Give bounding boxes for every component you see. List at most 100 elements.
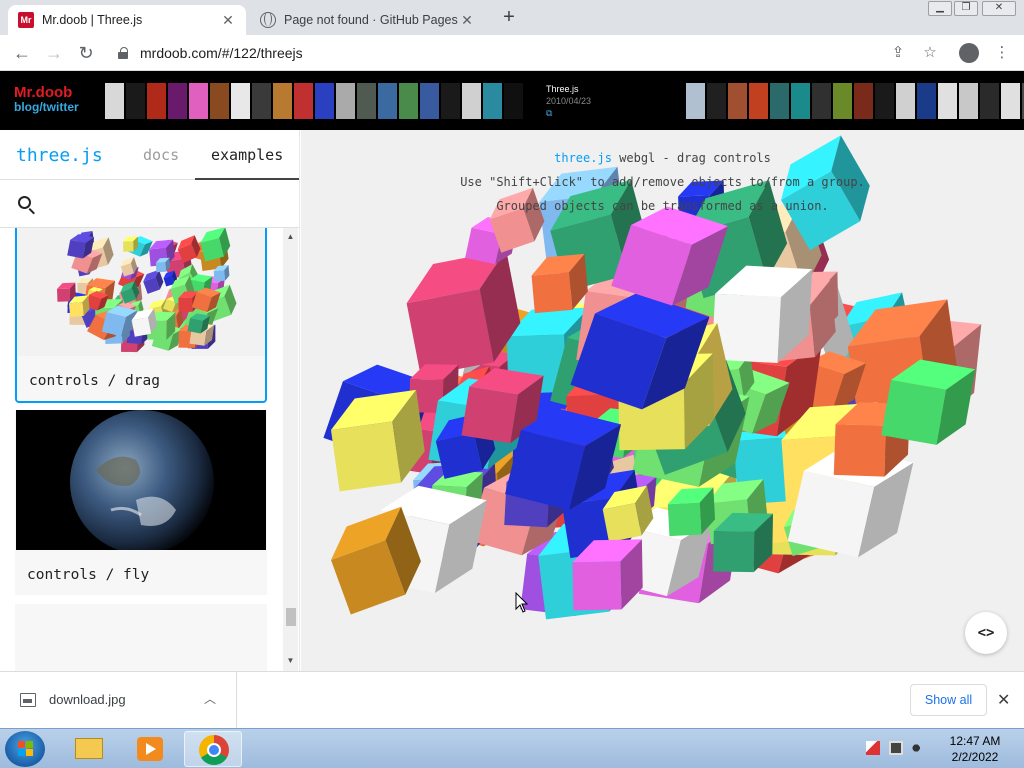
project-thumbnail[interactable] bbox=[854, 83, 873, 119]
project-thumbnail[interactable] bbox=[896, 83, 915, 119]
start-button[interactable] bbox=[5, 731, 45, 767]
project-thumbnail[interactable] bbox=[875, 83, 894, 119]
scroll-down-arrow-icon[interactable]: ▼ bbox=[286, 656, 295, 666]
project-thumbnail[interactable] bbox=[231, 83, 250, 119]
clock-time: 12:47 AM bbox=[949, 734, 1001, 748]
project-thumbnail[interactable] bbox=[399, 83, 418, 119]
project-thumbnail[interactable] bbox=[378, 83, 397, 119]
share-icon[interactable]: ⇪ bbox=[888, 43, 908, 63]
project-thumbnail[interactable] bbox=[210, 83, 229, 119]
list-item-controls-drag[interactable]: controls / drag bbox=[15, 228, 267, 403]
project-thumbnail[interactable] bbox=[1001, 83, 1020, 119]
earth-thumbnail bbox=[16, 410, 266, 554]
project-thumbnail[interactable] bbox=[462, 83, 481, 119]
list-item-controls-fly[interactable]: controls / fly bbox=[15, 410, 267, 595]
sidebar-panel: three.js docs examples controls / drag c… bbox=[0, 130, 300, 671]
back-arrow-icon[interactable]: ← bbox=[10, 41, 34, 65]
logo-subtitle[interactable]: blog/twitter bbox=[14, 100, 79, 115]
project-thumbnail[interactable] bbox=[770, 83, 789, 119]
project-thumbnail[interactable] bbox=[938, 83, 957, 119]
download-filename[interactable]: download.jpg bbox=[49, 692, 126, 707]
tab-mrdoob[interactable]: Mr Mr.doob | Three.js ✕ bbox=[8, 5, 246, 35]
taskbar-chrome[interactable] bbox=[184, 731, 242, 767]
download-item[interactable]: download.jpg ︿ bbox=[0, 672, 237, 729]
project-thumbnail[interactable] bbox=[483, 83, 502, 119]
address-bar[interactable]: mrdoob.com/#/122/threejs bbox=[108, 39, 948, 67]
project-thumbnail[interactable] bbox=[273, 83, 292, 119]
project-thumbnail[interactable] bbox=[812, 83, 831, 119]
project-thumbnail[interactable] bbox=[357, 83, 376, 119]
minimize-window-button[interactable]: ▁ bbox=[928, 1, 952, 16]
mrdoob-logo[interactable]: Mr.doob blog/twitter bbox=[14, 85, 79, 115]
reload-icon[interactable]: ↻ bbox=[74, 41, 98, 65]
list-item-label: controls / drag bbox=[29, 373, 160, 389]
drag-controls-thumbnail bbox=[17, 228, 265, 356]
chevron-up-icon[interactable]: ︿ bbox=[204, 690, 216, 707]
profile-avatar-icon[interactable] bbox=[959, 43, 979, 63]
banner-caption: Three.js 2010/04/23 ⧉ bbox=[546, 83, 591, 119]
info-instruction: Use "Shift+Click" to add/remove objects … bbox=[460, 175, 865, 189]
project-thumbnail[interactable] bbox=[959, 83, 978, 119]
close-tab-icon[interactable]: ✕ bbox=[220, 12, 236, 28]
project-thumbnail[interactable] bbox=[420, 83, 439, 119]
bookmark-star-icon[interactable]: ☆ bbox=[920, 43, 940, 63]
sidebar-scrollbar[interactable]: ▲ ▼ bbox=[283, 228, 298, 671]
project-thumbnail[interactable] bbox=[441, 83, 460, 119]
search-input[interactable] bbox=[46, 190, 286, 218]
external-link-icon[interactable]: ⧉ bbox=[546, 107, 591, 119]
tab-docs[interactable]: docs bbox=[143, 146, 179, 164]
tab-github-pages[interactable]: Page not found · GitHub Pages ✕ bbox=[250, 5, 485, 35]
webgl-viewport[interactable]: three.js webgl - drag controls Use "Shif… bbox=[301, 130, 1024, 671]
project-thumbnail[interactable] bbox=[315, 83, 334, 119]
project-thumbnail[interactable] bbox=[294, 83, 313, 119]
download-bar: download.jpg ︿ Show all ✕ bbox=[0, 671, 1024, 729]
project-thumbnail[interactable] bbox=[147, 83, 166, 119]
project-thumbnail[interactable] bbox=[126, 83, 145, 119]
close-tab-icon[interactable]: ✕ bbox=[459, 12, 475, 28]
lock-icon[interactable] bbox=[118, 47, 130, 59]
threejs-link[interactable]: three.js bbox=[554, 151, 612, 165]
action-center-flag-icon[interactable] bbox=[866, 741, 880, 755]
forward-arrow-icon[interactable]: → bbox=[42, 41, 66, 65]
view-source-button[interactable]: <> bbox=[965, 612, 1007, 654]
windows-taskbar: 12:47 AM 2/2/2022 bbox=[0, 728, 1024, 768]
project-thumbnail[interactable] bbox=[791, 83, 810, 119]
taskbar-media-player[interactable] bbox=[122, 731, 180, 767]
search-icon[interactable] bbox=[18, 196, 31, 209]
project-thumbnail[interactable] bbox=[833, 83, 852, 119]
project-thumbnails-right bbox=[686, 83, 1024, 119]
project-thumbnail[interactable] bbox=[749, 83, 768, 119]
project-thumbnail[interactable] bbox=[980, 83, 999, 119]
threejs-brand-link[interactable]: three.js bbox=[16, 145, 103, 166]
project-thumbnail[interactable] bbox=[686, 83, 705, 119]
project-thumbnail[interactable] bbox=[105, 83, 124, 119]
project-thumbnail[interactable] bbox=[168, 83, 187, 119]
project-thumbnail[interactable] bbox=[504, 83, 523, 119]
mrdoob-banner: Mr.doob blog/twitter Three.js 2010/04/23… bbox=[0, 71, 1024, 130]
url-text[interactable]: mrdoob.com/#/122/threejs bbox=[140, 45, 303, 61]
list-item-placeholder[interactable] bbox=[15, 604, 267, 671]
network-icon[interactable] bbox=[889, 741, 903, 755]
system-clock[interactable]: 12:47 AM 2/2/2022 bbox=[940, 733, 1010, 765]
volume-icon[interactable] bbox=[912, 741, 926, 755]
project-thumbnail[interactable] bbox=[728, 83, 747, 119]
project-thumbnail[interactable] bbox=[252, 83, 271, 119]
project-thumbnail[interactable] bbox=[707, 83, 726, 119]
new-tab-button[interactable]: + bbox=[497, 6, 521, 30]
panel-tabs: three.js docs examples bbox=[0, 130, 299, 180]
kebab-menu-icon[interactable]: ⋮ bbox=[992, 43, 1012, 63]
project-thumbnail[interactable] bbox=[189, 83, 208, 119]
close-window-button[interactable]: ✕ bbox=[982, 1, 1016, 16]
globe-icon bbox=[260, 12, 276, 28]
project-thumbnail[interactable] bbox=[917, 83, 936, 119]
caption-date: 2010/04/23 bbox=[546, 96, 592, 106]
close-icon[interactable]: ✕ bbox=[997, 690, 1010, 710]
restore-window-button[interactable]: ❐ bbox=[954, 1, 978, 16]
tab-examples[interactable]: examples bbox=[211, 146, 283, 164]
scrollbar-thumb[interactable] bbox=[286, 608, 296, 626]
scroll-up-arrow-icon[interactable]: ▲ bbox=[286, 232, 295, 242]
logo-title[interactable]: Mr.doob bbox=[14, 85, 79, 100]
project-thumbnail[interactable] bbox=[336, 83, 355, 119]
taskbar-explorer[interactable] bbox=[60, 731, 118, 767]
show-all-button[interactable]: Show all bbox=[910, 684, 987, 716]
